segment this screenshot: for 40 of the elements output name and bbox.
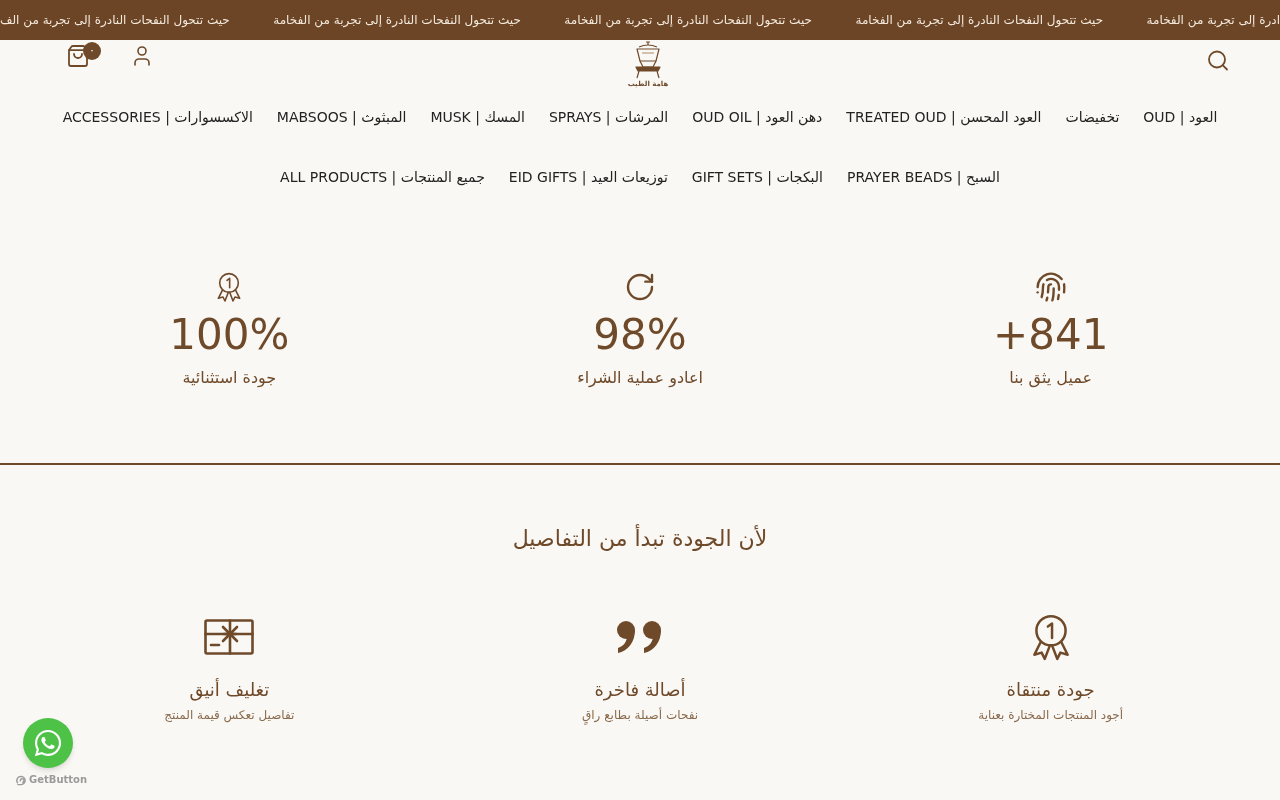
feature-description: أجود المنتجات المختارة بعناية (978, 706, 1124, 725)
phone-chat-bubble-icon (33, 728, 63, 758)
nav-link[interactable]: المسك | MUSK (430, 106, 525, 128)
nav-link[interactable]: المرشات | SPRAYS (548, 106, 669, 128)
cart-count-badge: ٠ (83, 42, 101, 60)
stat-value: 100% (169, 311, 290, 359)
feature-description: تفاصيل تعكس قيمة المنتج (164, 707, 295, 725)
nav-link[interactable]: الاكسسوارات | ACCESSORIES (62, 106, 253, 128)
chat-bubble-icon (16, 774, 27, 786)
stat-value: 98% (593, 311, 687, 359)
announcement-text: حيث تتحول النفحات النادرة إلى تجربة من الفخامة (564, 12, 812, 29)
nav-link[interactable]: توزيعات العيد | EID GIFTS (508, 166, 668, 188)
search-button[interactable] (1206, 48, 1230, 72)
stat-value: +841 (993, 311, 1109, 359)
shopping-bag-icon (66, 44, 90, 68)
section-heading: لأن الجودة تبدأ من التفاصيل (512, 526, 768, 552)
stat-label: جودة استثنائية (182, 367, 277, 389)
feature-title: تغليف أنيق (189, 677, 270, 703)
fingerprint-icon (1034, 271, 1067, 303)
feature-title: أصالة فاخرة (594, 677, 686, 703)
nav-link[interactable]: المبثوث | MABSOOS (276, 106, 407, 128)
feature-description: نفحات أصيلة بطابع راقٍ (581, 705, 699, 725)
announcement-text: حيث تتحول النفحات النادرة إلى تجربة من الف (0, 12, 230, 29)
nav-link[interactable]: السبح | PRAYER BEADS (847, 166, 1000, 188)
getbutton-label: GetButton (29, 774, 88, 786)
stat-label: عميل يثق بنا (1009, 367, 1093, 390)
feature-title: جودة منتقاة (1006, 678, 1095, 703)
announcement-text: حيث تتحول النفحات النادرة إلى تجربة من الفخامة (855, 12, 1104, 29)
announcement-text: حيث تتحول النفحات النادرة إلى تجربة من الفخامة (273, 12, 521, 29)
quote-icon (616, 620, 664, 654)
stat-label: اعادو عملية الشراء (577, 367, 703, 390)
nav-link[interactable]: جميع المنتجات | ALL PRODUCTS (280, 166, 485, 188)
nav-link[interactable]: العود المحسن | TREATED OUD (846, 106, 1042, 128)
refresh-icon (624, 271, 656, 303)
nav-link[interactable]: البكجات | GIFT SETS (691, 166, 823, 188)
nav-link[interactable]: تخفيضات (1065, 106, 1120, 128)
gift-card-icon (204, 619, 255, 655)
nav-link[interactable]: العود | OUD (1143, 106, 1218, 128)
announcement-text: ادرة إلى تجربة من الفخامة (1146, 12, 1280, 29)
nav-link[interactable]: دهن العود | OUD OIL (692, 106, 823, 128)
